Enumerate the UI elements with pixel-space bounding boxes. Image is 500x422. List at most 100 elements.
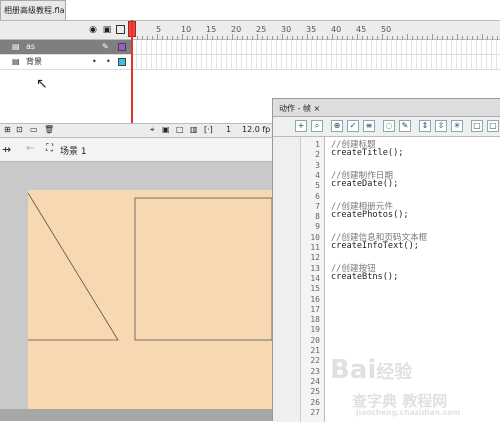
layer-color-swatch[interactable] (118, 43, 126, 51)
triangle-shape (27, 192, 119, 341)
line-number: 18 (310, 315, 320, 325)
back-arrow-icon[interactable]: ← (26, 143, 34, 154)
line-number: 14 (310, 273, 320, 283)
line-number: 4 (315, 170, 320, 180)
layer-row-background[interactable]: ▤ 背景 • • (0, 55, 132, 70)
ruler-frame-number: 10 (181, 25, 192, 34)
scene-label[interactable]: 场景 1 (60, 144, 87, 157)
watermark-logo: Bai经验 (330, 355, 413, 385)
ruler-frame-number: 40 (331, 25, 342, 34)
timeline-toggle-icon[interactable]: ⇸ (2, 143, 11, 156)
line-number: 6 (315, 191, 320, 201)
outline-icon[interactable] (116, 25, 125, 34)
insert-layer-icon[interactable]: ⊞ (4, 125, 11, 134)
actions-toolbar: + ⌕ ⊕ ✓ ≡ ◌ ✎ ⇕ ⇳ ✳ ▢ ▢ (273, 117, 500, 137)
line-number: 9 (315, 222, 320, 232)
ruler-frame-number: 5 (156, 25, 162, 34)
horizontal-scrollbar[interactable] (0, 409, 272, 421)
line-number: 7 (315, 201, 320, 211)
onion-outline-icon[interactable]: □ (176, 125, 184, 134)
pencil-icon: ✎ (102, 42, 109, 51)
code-line[interactable]: createDate(); (331, 179, 398, 189)
layer-color-swatch[interactable] (118, 58, 126, 66)
line-number: 22 (310, 356, 320, 366)
layer-name: as (26, 42, 36, 51)
document-tab[interactable]: 相册高级教程.fla* (0, 0, 66, 20)
line-number: 26 (310, 397, 320, 407)
check-syntax-icon[interactable]: ✓ (347, 120, 359, 132)
line-number: 2 (315, 150, 320, 160)
expand-all-icon[interactable]: ✳ (451, 120, 463, 132)
code-line[interactable]: createTitle(); (331, 148, 403, 158)
eye-icon[interactable]: ◉ (88, 25, 98, 35)
auto-format-icon[interactable]: ≡ (363, 120, 375, 132)
line-number: 3 (315, 160, 320, 170)
remove-comment-icon[interactable]: ▢ (487, 120, 499, 132)
line-number: 25 (310, 387, 320, 397)
code-line[interactable]: createPhotos(); (331, 210, 409, 220)
ruler-frame-number: 35 (306, 25, 317, 34)
center-frame-icon[interactable]: ⌖ (150, 125, 155, 135)
layer-icon: ▤ (12, 42, 20, 51)
ruler-frame-number: 15 (206, 25, 217, 34)
layer-list: ▤ as ✎ ▤ 背景 • • (0, 40, 132, 70)
apply-comment-icon[interactable]: ▢ (471, 120, 483, 132)
frame-track-as[interactable] (132, 40, 500, 55)
timeline-header-icons: ◉ ▣ (88, 25, 128, 37)
code-line[interactable]: createBtns(); (331, 272, 398, 282)
edit-frames-icon[interactable]: ▥ (190, 125, 198, 134)
stage[interactable] (27, 190, 273, 409)
lock-dot-icon[interactable]: • (106, 55, 111, 69)
visibility-dot-icon[interactable]: • (92, 55, 97, 69)
line-number: 8 (315, 212, 320, 222)
folder-icon[interactable]: ▭ (30, 125, 38, 134)
cursor-arrow-icon: ↖ (36, 76, 48, 92)
playhead[interactable] (128, 20, 136, 137)
code-line[interactable]: createInfoText(); (331, 241, 419, 251)
line-number: 11 (310, 243, 320, 252)
line-number: 24 (310, 376, 320, 386)
edit-bar: ⇸ ← ⛶ 场景 1 (0, 137, 272, 162)
ruler-frame-number: 25 (256, 25, 267, 34)
layer-icon: ▤ (12, 57, 20, 66)
add-guide-icon[interactable]: ⊡ (16, 125, 23, 134)
stage-shapes (27, 192, 273, 341)
line-number: 12 (310, 253, 320, 263)
line-number: 23 (310, 366, 320, 376)
line-number: 13 (310, 263, 320, 273)
layer-name: 背景 (26, 57, 42, 66)
line-number-gutter: 1 2 3 4 5 6 7 8 9 10 11 12 13 14 15 16 17 18 19 20 21 22 23 24 2… (301, 137, 325, 422)
ruler-frame-number: 45 (356, 25, 367, 34)
playhead-line (131, 20, 133, 137)
line-number: 1 (315, 140, 320, 149)
frame-ruler[interactable]: 5 10 15 20 25 30 35 40 45 50 (132, 20, 500, 40)
timeline-footer: ⊞ ⊡ ▭ 🗑 ⌖ ▣ □ ▥ [·] 1 12.0 fp (0, 123, 272, 137)
line-number: 5 (315, 181, 320, 191)
line-number: 27 (310, 407, 320, 417)
scene-icon: ⛶ (46, 143, 53, 154)
add-script-icon[interactable]: + (295, 120, 307, 132)
find-icon[interactable]: ⌕ (311, 120, 323, 132)
line-number: 21 (310, 346, 320, 355)
code-hint-icon[interactable]: ◌ (383, 120, 395, 132)
frame-track-background[interactable] (132, 55, 500, 70)
current-frame: 1 (226, 125, 232, 134)
lock-icon[interactable]: ▣ (102, 25, 112, 35)
actions-panel-title[interactable]: 动作 - 帧 × (273, 99, 500, 117)
collapse-between-icon[interactable]: ⇕ (419, 120, 431, 132)
layer-row-as[interactable]: ▤ as ✎ (0, 40, 132, 55)
frame-rate: 12.0 fp (242, 125, 271, 134)
target-path-icon[interactable]: ⊕ (331, 120, 343, 132)
onion-skin-icon[interactable]: ▣ (162, 125, 170, 134)
photo-frame-rect (134, 197, 273, 341)
ruler-frame-number: 20 (231, 25, 242, 34)
line-number: 15 (310, 284, 320, 294)
ruler-frame-number: 30 (281, 25, 292, 34)
line-number: 19 (310, 325, 320, 335)
trash-icon[interactable]: 🗑 (44, 125, 54, 134)
onion-markers-icon[interactable]: [·] (204, 125, 213, 134)
debug-options-icon[interactable]: ✎ (399, 120, 411, 132)
line-number: 20 (310, 335, 320, 345)
collapse-selection-icon[interactable]: ⇳ (435, 120, 447, 132)
ruler-frame-number: 50 (381, 25, 392, 34)
